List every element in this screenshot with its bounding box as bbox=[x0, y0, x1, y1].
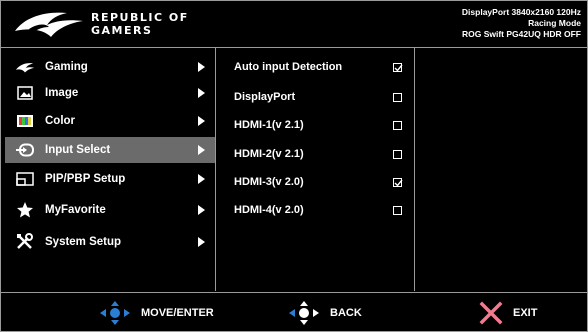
rog-eye-icon bbox=[15, 12, 83, 37]
tools-icon bbox=[15, 233, 35, 251]
chevron-right-icon bbox=[198, 62, 205, 72]
osd-header: REPUBLIC OF GAMERS DisplayPort 3840x2160… bbox=[1, 1, 587, 48]
footer-back-label: BACK bbox=[330, 306, 362, 319]
status-info: DisplayPort 3840x2160 120Hz Racing Mode … bbox=[462, 7, 581, 40]
option-auto-input-detection[interactable]: Auto input Detection bbox=[234, 57, 410, 77]
status-mode: Racing Mode bbox=[528, 18, 581, 28]
option-label: HDMI-2(v 2.1) bbox=[234, 148, 304, 160]
status-model: ROG Swift PG42UQ HDR OFF bbox=[461, 29, 581, 39]
option-displayport[interactable]: DisplayPort bbox=[234, 87, 410, 107]
chevron-right-icon bbox=[198, 237, 205, 247]
menu-label-input-select: Input Select bbox=[45, 144, 111, 156]
chevron-right-icon bbox=[198, 116, 205, 126]
checkbox-checked[interactable] bbox=[393, 62, 403, 72]
menu-item-input-select[interactable]: Input Select bbox=[5, 137, 215, 163]
checkbox-unchecked[interactable] bbox=[393, 92, 402, 102]
option-label: DisplayPort bbox=[234, 91, 296, 103]
detail-panel bbox=[415, 48, 587, 291]
menu-item-system-setup[interactable]: System Setup bbox=[5, 229, 215, 255]
checkbox-unchecked[interactable] bbox=[393, 205, 402, 215]
chevron-right-icon bbox=[198, 205, 205, 215]
checkbox-unchecked[interactable] bbox=[393, 149, 402, 159]
star-icon bbox=[15, 201, 35, 219]
option-hdmi-2[interactable]: HDMI-2(v 2.1) bbox=[234, 144, 410, 164]
option-hdmi-4[interactable]: HDMI-4(v 2.0) bbox=[234, 200, 410, 220]
menu-item-pip-pbp[interactable]: PIP/PBP Setup bbox=[5, 166, 215, 192]
option-label: HDMI-3(v 2.0) bbox=[234, 176, 304, 188]
menu-label-pip-pbp: PIP/PBP Setup bbox=[45, 173, 126, 185]
option-label: HDMI-4(v 2.0) bbox=[234, 204, 304, 216]
image-icon bbox=[15, 84, 35, 102]
input-options: Auto input Detection DisplayPort HDMI-1(… bbox=[216, 48, 415, 291]
chevron-right-icon bbox=[198, 145, 205, 155]
osd-footer: MOVE/ENTER BACK EXIT bbox=[1, 292, 587, 332]
chevron-right-icon bbox=[198, 88, 205, 98]
close-icon bbox=[479, 301, 503, 324]
footer-exit[interactable]: EXIT bbox=[479, 293, 537, 332]
checkbox-checked[interactable] bbox=[393, 177, 403, 187]
status-signal: DisplayPort 3840x2160 120Hz bbox=[461, 7, 581, 17]
option-hdmi-1[interactable]: HDMI-1(v 2.1) bbox=[234, 115, 410, 135]
brand-line1: REPUBLIC OF bbox=[91, 11, 189, 24]
main-menu: Gaming Image Color Input Select PIP/PBP … bbox=[1, 48, 216, 291]
back-navigation-icon bbox=[289, 300, 319, 325]
footer-move-label: MOVE/ENTER bbox=[141, 306, 214, 319]
menu-label-color: Color bbox=[45, 115, 76, 127]
option-label: HDMI-1(v 2.1) bbox=[234, 119, 304, 131]
menu-item-myfavorite[interactable]: MyFavorite bbox=[5, 197, 215, 223]
gaming-icon bbox=[15, 58, 35, 76]
checkbox-unchecked[interactable] bbox=[393, 120, 402, 130]
menu-label-gaming: Gaming bbox=[45, 61, 88, 73]
color-icon bbox=[15, 112, 35, 130]
footer-exit-label: EXIT bbox=[513, 306, 538, 319]
chevron-right-icon bbox=[198, 174, 205, 184]
brand-line2: GAMERS bbox=[91, 24, 153, 37]
input-select-icon bbox=[15, 141, 35, 159]
option-hdmi-3[interactable]: HDMI-3(v 2.0) bbox=[234, 172, 410, 192]
pip-pbp-icon bbox=[15, 170, 35, 188]
menu-label-system-setup: System Setup bbox=[45, 236, 122, 248]
menu-item-gaming[interactable]: Gaming bbox=[5, 54, 215, 80]
menu-label-myfavorite: MyFavorite bbox=[45, 204, 106, 216]
menu-item-image[interactable]: Image bbox=[5, 80, 215, 106]
footer-move-enter[interactable]: MOVE/ENTER bbox=[99, 293, 214, 332]
menu-item-color[interactable]: Color bbox=[5, 108, 215, 134]
menu-label-image: Image bbox=[45, 87, 79, 99]
brand-name: REPUBLIC OF GAMERS bbox=[91, 11, 189, 37]
five-way-navigation-icon bbox=[100, 300, 130, 325]
option-label: Auto input Detection bbox=[234, 61, 343, 73]
footer-back[interactable]: BACK bbox=[288, 293, 362, 332]
osd-window: REPUBLIC OF GAMERS DisplayPort 3840x2160… bbox=[0, 0, 588, 332]
